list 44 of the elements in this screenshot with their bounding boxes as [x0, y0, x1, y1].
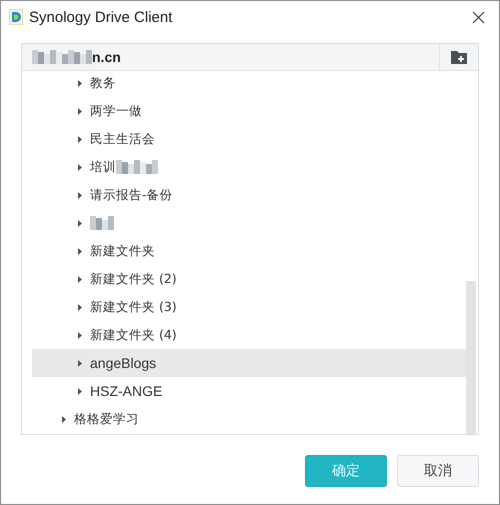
- caret-icon[interactable]: [78, 332, 82, 338]
- caret-icon[interactable]: [78, 388, 82, 394]
- scrollbar-thumb[interactable]: [466, 281, 476, 434]
- folder-row[interactable]: HSZ-ANGE: [32, 377, 466, 405]
- folder-row[interactable]: 新建文件夹: [32, 237, 466, 265]
- caret-icon[interactable]: [78, 220, 82, 226]
- folder-name: 新建文件夹: [90, 242, 155, 260]
- caret-icon[interactable]: [78, 192, 82, 198]
- folder-name: angeBlogs: [90, 355, 156, 371]
- folder-row[interactable]: 培训: [32, 153, 466, 181]
- folder-row[interactable]: 教务: [32, 69, 466, 97]
- app-logo-icon: [9, 9, 23, 25]
- folder-name: HSZ-ANGE: [90, 383, 162, 399]
- folder-name: 民主生活会: [90, 130, 155, 148]
- caret-icon[interactable]: [78, 276, 82, 282]
- folder-row[interactable]: 新建文件夹 (3): [32, 293, 466, 321]
- close-icon[interactable]: [472, 10, 485, 24]
- folder-name: 新建文件夹 (4): [90, 326, 177, 344]
- folder-row[interactable]: 新建文件夹 (4): [32, 321, 466, 349]
- folder-row[interactable]: 民主生活会: [32, 125, 466, 153]
- caret-icon[interactable]: [62, 416, 66, 422]
- folder-row[interactable]: 新建文件夹 (2): [32, 265, 466, 293]
- folder-name: 培训: [90, 158, 116, 176]
- folder-name: 两学一做: [90, 102, 142, 120]
- folder-name: 请示报告-备份: [90, 186, 173, 204]
- folder-row[interactable]: 格格爱学习: [32, 405, 466, 433]
- window-title: Synology Drive Client: [29, 8, 172, 26]
- folder-name: 新建文件夹 (2): [90, 270, 177, 288]
- folder-name: 教务: [90, 74, 116, 92]
- caret-icon[interactable]: [78, 108, 82, 114]
- caret-icon[interactable]: [78, 164, 82, 170]
- cancel-button[interactable]: 取消: [397, 455, 479, 487]
- folder-row[interactable]: 两学一做: [32, 97, 466, 125]
- folder-name: 格格爱学习: [74, 410, 139, 428]
- caret-icon[interactable]: [78, 136, 82, 142]
- location-name: n.cn: [92, 49, 121, 65]
- folder-row[interactable]: 请示报告-备份: [32, 181, 466, 209]
- folder-name: 新建文件夹 (3): [90, 298, 177, 316]
- caret-icon[interactable]: [78, 304, 82, 310]
- caret-icon[interactable]: [78, 80, 82, 86]
- folder-row[interactable]: angeBlogs: [32, 349, 466, 377]
- new-folder-icon[interactable]: [451, 50, 467, 64]
- caret-icon[interactable]: [78, 248, 82, 254]
- caret-icon[interactable]: [78, 360, 82, 366]
